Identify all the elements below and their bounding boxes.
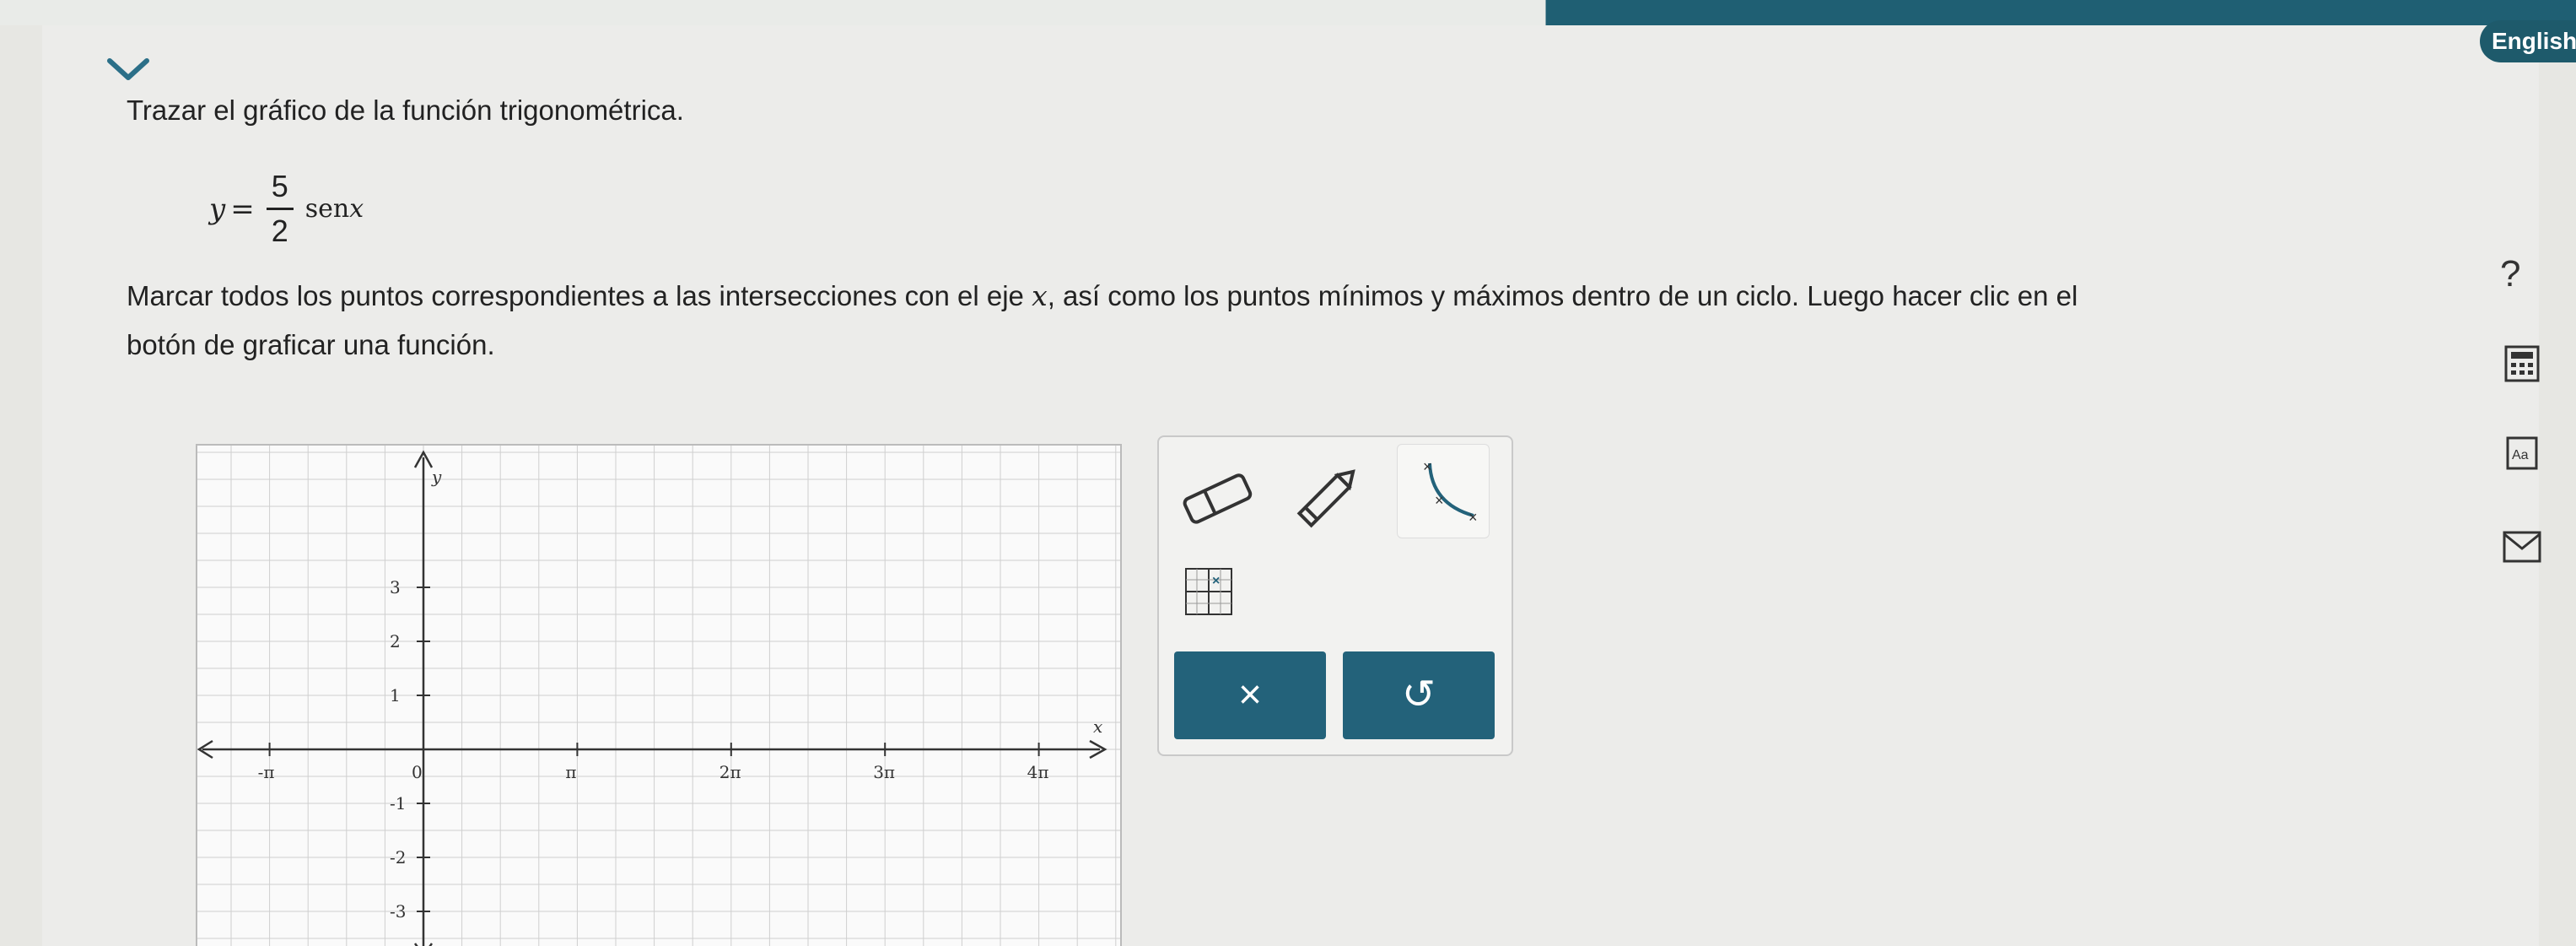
language-button[interactable]: English	[2480, 20, 2576, 62]
clear-button[interactable]: ×	[1174, 651, 1326, 739]
x-tick-label: 3π	[873, 762, 895, 782]
formula-variable: x	[349, 194, 364, 224]
task-text-part2: , así como los puntos mínimos y máximos …	[1047, 280, 2078, 311]
task-text-var: x	[1032, 279, 1048, 312]
function-formula: y = 5 2 sen x	[209, 169, 364, 249]
help-button[interactable]: ?	[2500, 253, 2520, 295]
calculator-icon[interactable]	[2503, 344, 2541, 383]
coordinate-grid[interactable]: y x -π 0 π 2π 3π 4π 3 2 1 -1 -2 -3	[197, 446, 1120, 946]
x-tick-label: 2π	[719, 762, 741, 782]
x-tick-label: 4π	[1027, 762, 1049, 782]
point-tool[interactable]: ×	[1171, 554, 1247, 630]
y-tick-label: -2	[390, 847, 406, 868]
pencil-tool[interactable]	[1280, 454, 1373, 538]
y-tick-label: 1	[390, 685, 401, 705]
point-grid-icon: ×	[1185, 568, 1232, 615]
svg-text:×: ×	[1435, 492, 1444, 509]
formula-numerator: 5	[266, 169, 294, 210]
y-tick-label: -3	[390, 901, 406, 922]
svg-text:×: ×	[1423, 458, 1432, 475]
y-tick-label: 3	[390, 577, 401, 597]
task-text-line2: botón de graficar una función.	[127, 329, 495, 360]
y-tick-label: 2	[390, 631, 401, 651]
y-tick-label: -1	[390, 793, 406, 814]
x-tick-label: 0	[412, 762, 423, 782]
help-icon: ?	[2500, 253, 2521, 295]
svg-text:×: ×	[1469, 509, 1478, 526]
formula-equals: =	[230, 192, 255, 226]
instruction-text: Trazar el gráfico de la función trigonom…	[127, 95, 684, 126]
undo-button[interactable]: ↺	[1343, 651, 1495, 739]
x-axis-label: x	[1093, 716, 1102, 737]
curve-graph-icon: × × ×	[1423, 458, 1478, 526]
formula-fraction: 5 2	[266, 169, 294, 249]
pencil-icon	[1296, 469, 1355, 528]
formula-function: sen	[304, 194, 350, 224]
graph-area[interactable]: y x -π 0 π 2π 3π 4π 3 2 1 -1 -2 -3	[196, 444, 1122, 946]
y-axis-label: y	[431, 467, 442, 487]
formula-lhs: y	[209, 192, 226, 226]
graphing-tools-panel: × × × × × ↺	[1157, 435, 1513, 756]
x-tick-label: -π	[258, 762, 275, 782]
eraser-icon	[1183, 473, 1253, 524]
svg-text:×: ×	[1212, 574, 1220, 588]
x-tick-label: π	[565, 762, 576, 782]
task-text-part1: Marcar todos los puntos correspondientes…	[127, 280, 1032, 311]
formula-denominator: 2	[271, 214, 288, 248]
svg-text:Aa: Aa	[2512, 448, 2529, 462]
task-text: Marcar todos los puntos correspondientes…	[127, 272, 2404, 370]
eraser-tool[interactable]	[1171, 454, 1264, 538]
top-bar	[0, 0, 2576, 25]
mail-icon[interactable]	[2502, 530, 2542, 564]
text-size-icon[interactable]: Aa	[2505, 435, 2539, 471]
chevron-down-icon[interactable]	[103, 52, 154, 86]
curve-tool[interactable]: × × ×	[1397, 444, 1490, 538]
